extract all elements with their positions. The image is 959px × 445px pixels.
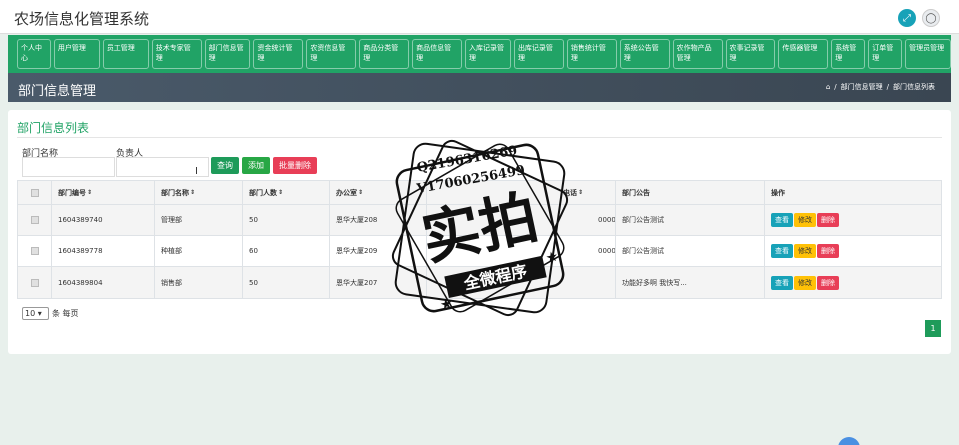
row-checkbox[interactable]: [30, 247, 39, 255]
nav-item-crop-products[interactable]: 农作物产品管理: [672, 39, 723, 69]
page-size-select[interactable]: 10 ▾: [22, 307, 49, 320]
main-nav: 个人中心 用户管理 员工管理 技术专家管理 部门信息管理 资金统计管理 农资信息…: [8, 35, 952, 73]
sort-icon[interactable]: ⇕: [190, 189, 195, 196]
cell-dept-name: 销售部: [155, 267, 243, 298]
select-all-cell: [18, 181, 52, 204]
text-cursor-icon: I: [195, 166, 198, 177]
expand-icon[interactable]: ⤢: [898, 9, 916, 27]
cell-actions: 查看 修改 删除: [765, 267, 941, 298]
row-checkbox[interactable]: [30, 278, 39, 287]
cell-dept-code: 1604389778: [52, 236, 155, 266]
nav-item-farming-records[interactable]: 农事记录管理: [725, 39, 776, 69]
home-icon[interactable]: ⌂: [826, 83, 830, 91]
delete-button[interactable]: 删除: [817, 213, 839, 227]
header-notice: 部门公告: [616, 181, 765, 204]
search-button[interactable]: 查询: [211, 157, 239, 174]
nav-item-sensors[interactable]: 传感器管理: [778, 39, 829, 69]
header-dept-name[interactable]: 部门名称 ⇕: [155, 181, 243, 204]
topbar: 农场信息化管理系统 ⤢ ◯: [0, 0, 959, 34]
breadcrumb-item[interactable]: 部门信息管理: [841, 82, 883, 92]
header-actions: 操作: [771, 188, 785, 197]
edit-button[interactable]: 修改: [794, 213, 816, 227]
cell-notice: 部门公告测试: [616, 236, 765, 266]
cell-dept-name: 种植部: [155, 236, 243, 266]
nav-item-funds-statistics[interactable]: 资金统计管理: [253, 39, 304, 69]
page-title: 部门信息管理: [18, 84, 97, 99]
edit-button[interactable]: 修改: [794, 244, 816, 258]
nav-item-system[interactable]: 系统管理: [831, 39, 866, 69]
row-select-cell: [18, 236, 52, 266]
user-icon[interactable]: ◯: [922, 9, 940, 27]
cell-actions: 查看 修改 删除: [765, 236, 941, 266]
nav-item-staff-management[interactable]: 员工管理: [102, 39, 149, 69]
cell-dept-count: 50: [243, 205, 330, 235]
row-checkbox[interactable]: [30, 216, 39, 224]
breadcrumb: ⌂ / 部门信息管理 / 部门信息列表: [826, 82, 935, 92]
cell-dept-name: 管理部: [155, 205, 243, 235]
floating-action-button[interactable]: [838, 437, 860, 445]
cell-dept-count: 60: [243, 236, 330, 266]
breadcrumb-separator: /: [834, 83, 837, 91]
app-title: 农场信息化管理系统: [14, 10, 150, 28]
sort-icon[interactable]: ⇕: [358, 189, 363, 196]
select-all-checkbox[interactable]: [30, 188, 39, 197]
delete-button[interactable]: 删除: [817, 275, 839, 290]
nav-item-department-management[interactable]: 部门信息管理: [204, 39, 251, 69]
sort-icon[interactable]: ⇕: [87, 189, 92, 196]
cell-dept-code: 1604389804: [52, 267, 155, 298]
per-page-label: 条 每页: [52, 309, 79, 318]
nav-item-personal-center[interactable]: 个人中心: [17, 39, 51, 69]
view-button[interactable]: 查看: [771, 213, 793, 227]
nav-item-stock-in[interactable]: 入库记录管理: [465, 39, 511, 69]
nav-item-orders[interactable]: 订单管理: [868, 39, 903, 69]
header-dept-code[interactable]: 部门编号 ⇕: [52, 181, 155, 204]
page-header: 部门信息管理 ⌂ / 部门信息管理 / 部门信息列表: [8, 73, 951, 102]
batch-delete-button[interactable]: 批量删除: [273, 157, 317, 174]
row-select-cell: [18, 267, 52, 298]
add-button[interactable]: 添加: [242, 157, 270, 174]
sort-icon[interactable]: ⇕: [278, 189, 283, 196]
nav-item-admins[interactable]: 管理员管理: [905, 39, 952, 69]
breadcrumb-separator: /: [886, 83, 889, 91]
nav-item-announcements[interactable]: 系统公告管理: [619, 39, 670, 69]
nav-item-sales-statistics[interactable]: 销售统计管理: [566, 39, 617, 69]
view-button[interactable]: 查看: [771, 244, 793, 258]
dept-name-input[interactable]: [22, 157, 115, 177]
cell-dept-code: 1604389740: [52, 205, 155, 235]
nav-item-stock-out[interactable]: 出库记录管理: [513, 39, 564, 69]
cell-notice: 部门公告测试: [616, 205, 765, 235]
nav-item-product-category[interactable]: 商品分类管理: [359, 39, 410, 69]
star-icon: ★: [439, 296, 455, 314]
nav-item-user-management[interactable]: 用户管理: [53, 39, 100, 69]
view-button[interactable]: 查看: [771, 275, 793, 290]
cell-dept-count: 50: [243, 267, 330, 298]
nav-item-expert-management[interactable]: 技术专家管理: [151, 39, 202, 69]
row-select-cell: [18, 205, 52, 235]
breadcrumb-item-current: 部门信息列表: [893, 83, 935, 91]
card-title: 部门信息列表: [17, 121, 90, 135]
nav-item-product-info[interactable]: 商品信息管理: [412, 39, 463, 69]
edit-button[interactable]: 修改: [794, 275, 816, 290]
page-button-current[interactable]: 1: [925, 320, 941, 337]
cell-actions: 查看 修改 删除: [765, 205, 941, 235]
nav-item-farm-supplies[interactable]: 农资信息管理: [306, 39, 357, 69]
cell-notice: 功能好多啊 我快写...: [616, 267, 765, 298]
delete-button[interactable]: 删除: [817, 244, 839, 258]
header-dept-count[interactable]: 部门人数 ⇕: [243, 181, 330, 204]
